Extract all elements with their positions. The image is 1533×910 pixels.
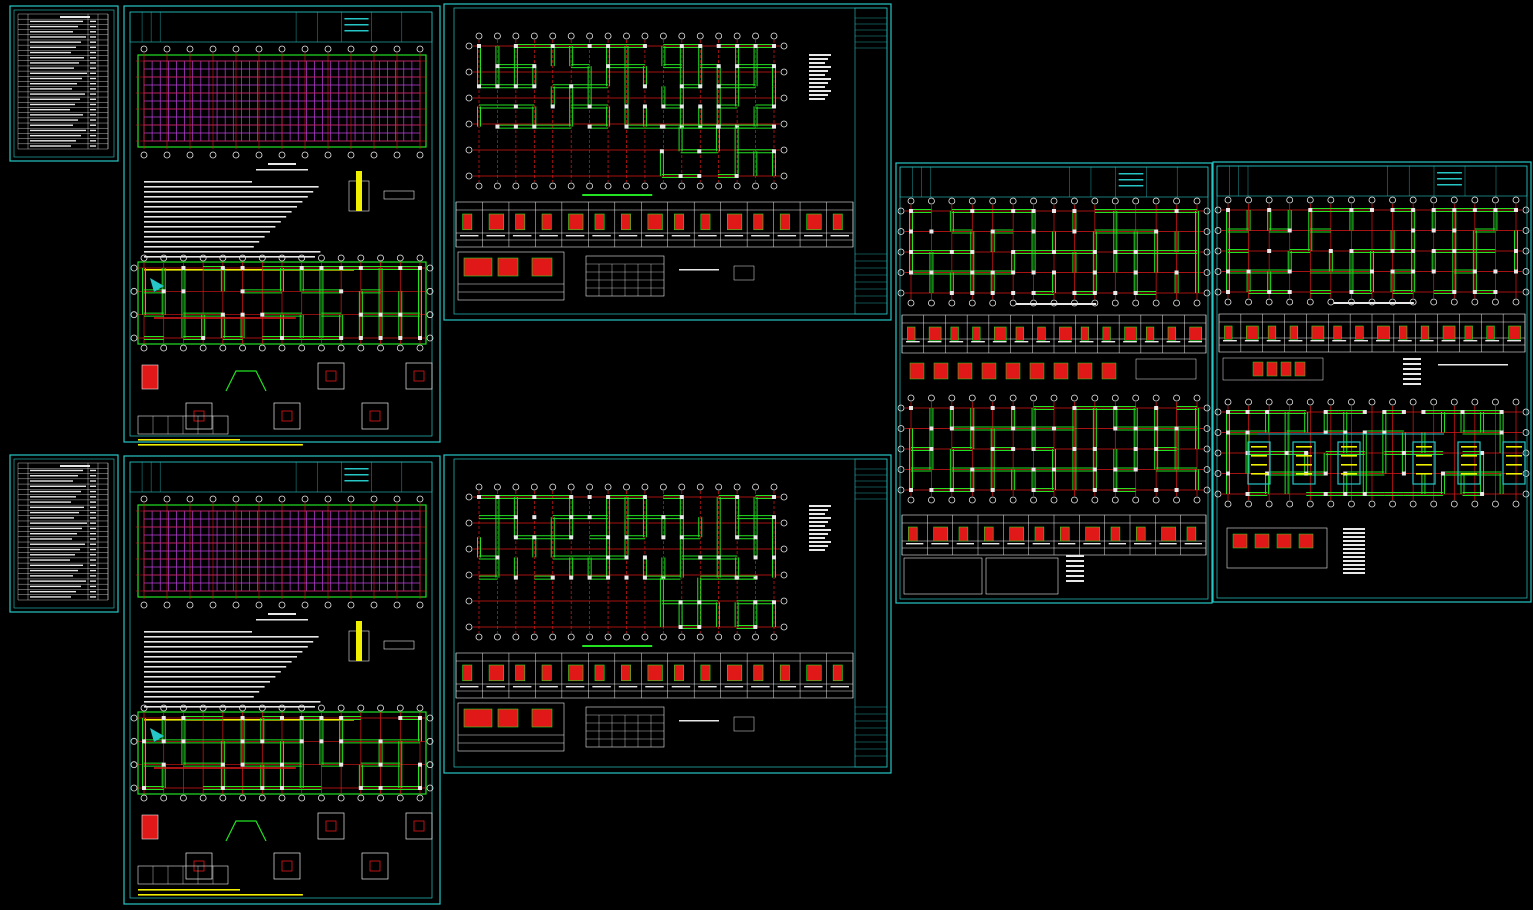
foundation-plan-sheet-1 bbox=[123, 5, 441, 446]
structural-plan-sheet-2 bbox=[443, 454, 892, 774]
index-table-sheet-1 bbox=[9, 5, 119, 162]
foundation-plan-sheet-2 bbox=[123, 455, 441, 905]
index-table-sheet-2 bbox=[9, 454, 119, 613]
cad-drawing-canvas[interactable] bbox=[0, 0, 1533, 910]
structural-plan-sheet-3 bbox=[895, 162, 1213, 604]
structural-plan-sheet-1 bbox=[443, 3, 892, 321]
structural-plan-sheet-4 bbox=[1212, 161, 1532, 603]
